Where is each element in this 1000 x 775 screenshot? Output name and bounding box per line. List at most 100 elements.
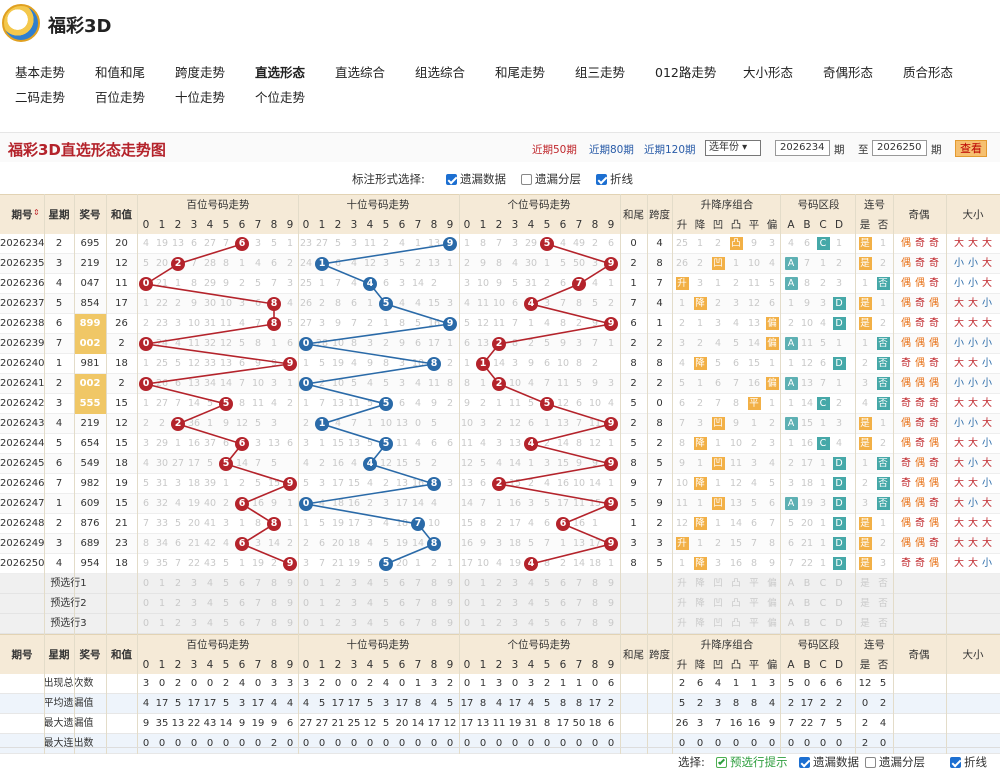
preselect-digit[interactable]: 1 [154,594,170,614]
preselect-digit[interactable]: 7 [250,614,266,634]
preselect-digit[interactable]: 2 [491,614,507,634]
preselect-digit[interactable]: 7 [410,574,426,594]
preselect-digit[interactable]: 9 [603,594,619,614]
year-select[interactable]: 选年份 ▾ [705,140,761,156]
preselect-qd[interactable]: D [831,574,847,594]
preselect-digit[interactable]: 3 [346,594,362,614]
preselect-qd[interactable]: D [831,594,847,614]
preselect-sj[interactable]: 降 [691,614,709,634]
preselect-qd[interactable]: B [799,574,815,594]
preselect-digit[interactable]: 6 [234,574,250,594]
preselect-digit[interactable]: 0 [459,614,475,634]
preselect-sj[interactable]: 凸 [727,574,745,594]
preselect-sj[interactable]: 平 [745,614,763,634]
preselect-digit[interactable]: 7 [571,614,587,634]
preselect-digit[interactable]: 4 [202,614,218,634]
recent-80-link[interactable]: 近期80期 [589,142,634,157]
footer-option-2[interactable]: 遗漏分层 [865,754,925,770]
nav-link[interactable]: 组三走势 [575,62,625,81]
preselect-sj[interactable]: 偏 [763,614,781,634]
preselect-digit[interactable]: 6 [394,594,410,614]
footer-option-0[interactable]: 预选行提示 [716,754,788,770]
preselect-digit[interactable]: 1 [475,574,491,594]
preselect-digit[interactable]: 4 [362,574,378,594]
nav-link[interactable]: 直选综合 [335,62,385,81]
preselect-sj[interactable]: 凹 [709,594,727,614]
preselect-sj[interactable]: 平 [745,594,763,614]
preselect-sj[interactable]: 凸 [727,594,745,614]
preselect-digit[interactable]: 0 [138,574,154,594]
preselect-digit[interactable]: 2 [330,574,346,594]
preselect-digit[interactable]: 7 [250,594,266,614]
preselect-digit[interactable]: 2 [330,594,346,614]
preselect-digit[interactable]: 9 [603,614,619,634]
preselect-sj[interactable]: 偏 [763,594,781,614]
checkbox[interactable] [521,174,532,185]
preselect-qd[interactable]: C [815,594,831,614]
preselect-digit[interactable]: 0 [138,594,154,614]
preselect-sj[interactable]: 平 [745,574,763,594]
preselect-digit[interactable]: 4 [523,574,539,594]
preselect-digit[interactable]: 8 [266,594,282,614]
preselect-qd[interactable]: B [799,614,815,634]
preselect-digit[interactable]: 0 [138,614,154,634]
preselect-digit[interactable]: 8 [587,594,603,614]
preselect-lh[interactable]: 是 [856,574,874,594]
preselect-qd[interactable]: C [815,574,831,594]
nav-link[interactable]: 个位走势 [255,87,305,106]
preselect-qd[interactable]: A [783,594,799,614]
preselect-digit[interactable]: 9 [282,574,298,594]
nav-link[interactable]: 质合形态 [903,62,953,81]
preselect-digit[interactable]: 6 [234,614,250,634]
nav-link[interactable]: 组选综合 [415,62,465,81]
preselect-digit[interactable]: 6 [555,594,571,614]
preselect-qd[interactable]: A [783,614,799,634]
preselect-digit[interactable]: 1 [154,614,170,634]
preselect-digit[interactable]: 5 [218,594,234,614]
checkbox[interactable] [596,174,607,185]
preselect-digit[interactable]: 8 [587,614,603,634]
checkbox[interactable] [950,757,961,768]
preselect-sj[interactable]: 升 [673,574,691,594]
preselect-digit[interactable]: 0 [298,594,314,614]
preselect-digit[interactable]: 4 [362,594,378,614]
preselect-sj[interactable]: 凸 [727,614,745,634]
nav-link[interactable]: 十位走势 [175,87,225,106]
checkbox[interactable] [799,757,810,768]
preselect-digit[interactable]: 5 [218,574,234,594]
preselect-digit[interactable]: 3 [186,614,202,634]
preselect-digit[interactable]: 6 [555,614,571,634]
preselect-digit[interactable]: 8 [426,594,442,614]
recent-120-link[interactable]: 近期120期 [644,142,696,157]
option-0[interactable]: 遗漏数据 [446,171,506,187]
preselect-digit[interactable]: 9 [603,574,619,594]
footer-option-3[interactable]: 折线 [950,754,987,770]
preselect-digit[interactable]: 3 [507,574,523,594]
preselect-digit[interactable]: 5 [378,594,394,614]
nav-link[interactable]: 二码走势 [15,87,65,106]
preselect-digit[interactable]: 6 [555,574,571,594]
nav-link[interactable]: 百位走势 [95,87,145,106]
preselect-sj[interactable]: 降 [691,594,709,614]
preselect-digit[interactable]: 2 [491,574,507,594]
preselect-digit[interactable]: 4 [202,574,218,594]
logo-icon[interactable] [2,4,40,42]
preselect-digit[interactable]: 7 [410,614,426,634]
preselect-digit[interactable]: 7 [571,574,587,594]
preselect-digit[interactable]: 4 [202,594,218,614]
preselect-digit[interactable]: 0 [459,594,475,614]
preselect-digit[interactable]: 5 [539,614,555,634]
preselect-digit[interactable]: 4 [523,614,539,634]
preselect-digit[interactable]: 3 [507,614,523,634]
preselect-digit[interactable]: 8 [426,574,442,594]
preselect-sj[interactable]: 降 [691,574,709,594]
checkbox[interactable] [865,757,876,768]
preselect-digit[interactable]: 8 [266,614,282,634]
preselect-digit[interactable]: 9 [442,574,458,594]
preselect-digit[interactable]: 1 [314,614,330,634]
footer-option-1[interactable]: 遗漏数据 [799,754,859,770]
preselect-digit[interactable]: 2 [170,614,186,634]
nav-link[interactable]: 012路走势 [655,62,716,81]
preselect-digit[interactable]: 7 [410,594,426,614]
preselect-digit[interactable]: 6 [234,594,250,614]
